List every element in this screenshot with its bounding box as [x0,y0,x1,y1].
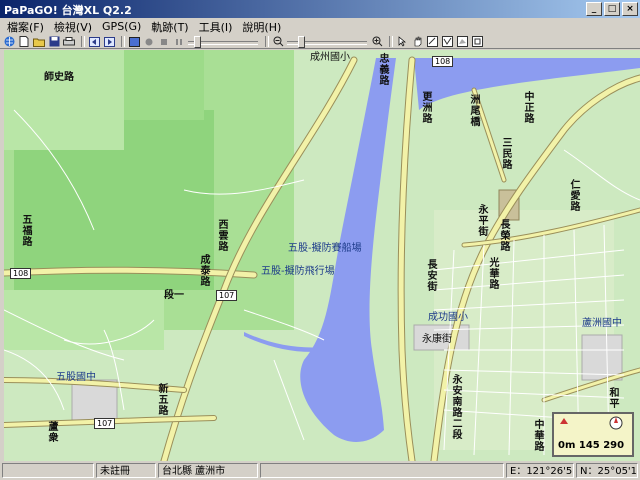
road-label: 更洲路 [422,92,433,125]
road-label: 西雲路 [218,220,229,253]
save-icon[interactable] [48,36,60,47]
menu-help[interactable]: 說明(H) [237,19,286,35]
measure-icon[interactable] [426,36,438,47]
status-region: 台北縣 蘆洲市 [158,463,258,478]
toolbar-separator [121,36,125,47]
toolbar-separator [389,36,393,47]
route-shield: 108 [432,56,454,67]
road-label: 新五路 [158,384,169,417]
back-icon[interactable] [88,36,100,47]
status-north: N：25°05'19.7 [576,463,638,478]
poi-label: 五股-擬防賽船場 [288,243,362,254]
route-shield: 107 [94,418,116,429]
toolbar [0,35,640,49]
toolbar-separator [81,36,85,47]
toolbar-separator [265,36,269,47]
pan-hand-icon[interactable] [411,36,423,47]
title-bar: PaPaGO! 台灣XL Q2.2 _ □ × [0,0,640,18]
road-label: 長安街 [427,260,438,293]
road-label: 五福路 [22,215,33,248]
route-shield: 108 [10,268,32,279]
playback-slider[interactable] [188,36,258,48]
zoom-in-icon[interactable] [371,36,383,47]
select-arrow-icon[interactable] [396,36,408,47]
maximize-button[interactable]: □ [604,2,620,16]
menu-file[interactable]: 檔案(F) [2,19,49,35]
close-button[interactable]: × [622,2,638,16]
open-folder-icon[interactable] [33,36,45,47]
area-icon[interactable] [456,36,468,47]
menu-tools[interactable]: 工具(I) [194,19,238,35]
stop-icon[interactable] [158,36,170,47]
compass-icon [560,416,623,430]
forward-icon[interactable] [103,36,115,47]
menu-bar: 檔案(F) 檢視(V) GPS(G) 軌跡(T) 工具(I) 說明(H) [0,18,640,35]
status-registration: 未註冊 [96,463,156,478]
road-label: 師史路 [44,72,74,83]
road-label: 和平 [609,388,620,410]
zoom-out-icon[interactable] [272,36,284,47]
screen-icon[interactable] [128,36,140,47]
new-file-icon[interactable] [18,36,30,47]
zoom-slider[interactable] [287,36,367,48]
road-label: 成州國小 [310,52,350,63]
road-label: 仁愛路 [570,180,581,213]
road-label: 成泰路 [200,255,211,288]
pause-icon[interactable] [173,36,185,47]
road-label: 中華路 [534,420,545,453]
minimize-button[interactable]: _ [586,2,602,16]
record-icon[interactable] [143,36,155,47]
fullscreen-icon[interactable] [471,36,483,47]
route-shield: 107 [216,290,238,301]
route-icon[interactable] [441,36,453,47]
status-bar: 未註冊 台北縣 蘆洲市 E：121°26'55.9" N：25°05'19.7 [0,462,640,480]
road-label: 光華路 [489,258,500,291]
scale-compass-box: 0m 145 290 [552,412,634,457]
map-view[interactable]: 成州國小 忠義路 更洲路 洲尾橋 中正路 三民路 師史路 五福路 西雲路 成泰路… [4,50,640,461]
map-canvas [4,50,640,461]
poi-label: 五股-擬防飛行場 [261,266,335,277]
road-label: 段一 [164,290,184,301]
road-label: 永康街 [422,334,452,345]
scale-label: 0m 145 290 [558,440,625,451]
menu-view[interactable]: 檢視(V) [49,19,97,35]
road-label: 洲尾橋 [470,95,481,128]
poi-label: 五股國中 [56,372,96,383]
road-label: 永平街 [478,205,489,238]
globe-icon[interactable] [3,36,15,47]
road-label: 三民路 [502,138,513,171]
print-icon[interactable] [63,36,75,47]
poi-label: 蘆洲國中 [582,318,622,329]
menu-gps[interactable]: GPS(G) [97,20,146,33]
road-label: 長榮路 [500,220,511,253]
road-label: 中正路 [524,92,535,125]
status-east: E：121°26'55.9" [506,463,574,478]
window-title: PaPaGO! 台灣XL Q2.2 [4,4,132,17]
poi-label: 成功國小 [428,312,468,323]
menu-track[interactable]: 軌跡(T) [146,19,193,35]
road-label: 忠義路 [379,54,390,87]
road-label: 永安南路二段 [452,375,463,441]
poi-label: 蘆衆 [48,422,59,444]
